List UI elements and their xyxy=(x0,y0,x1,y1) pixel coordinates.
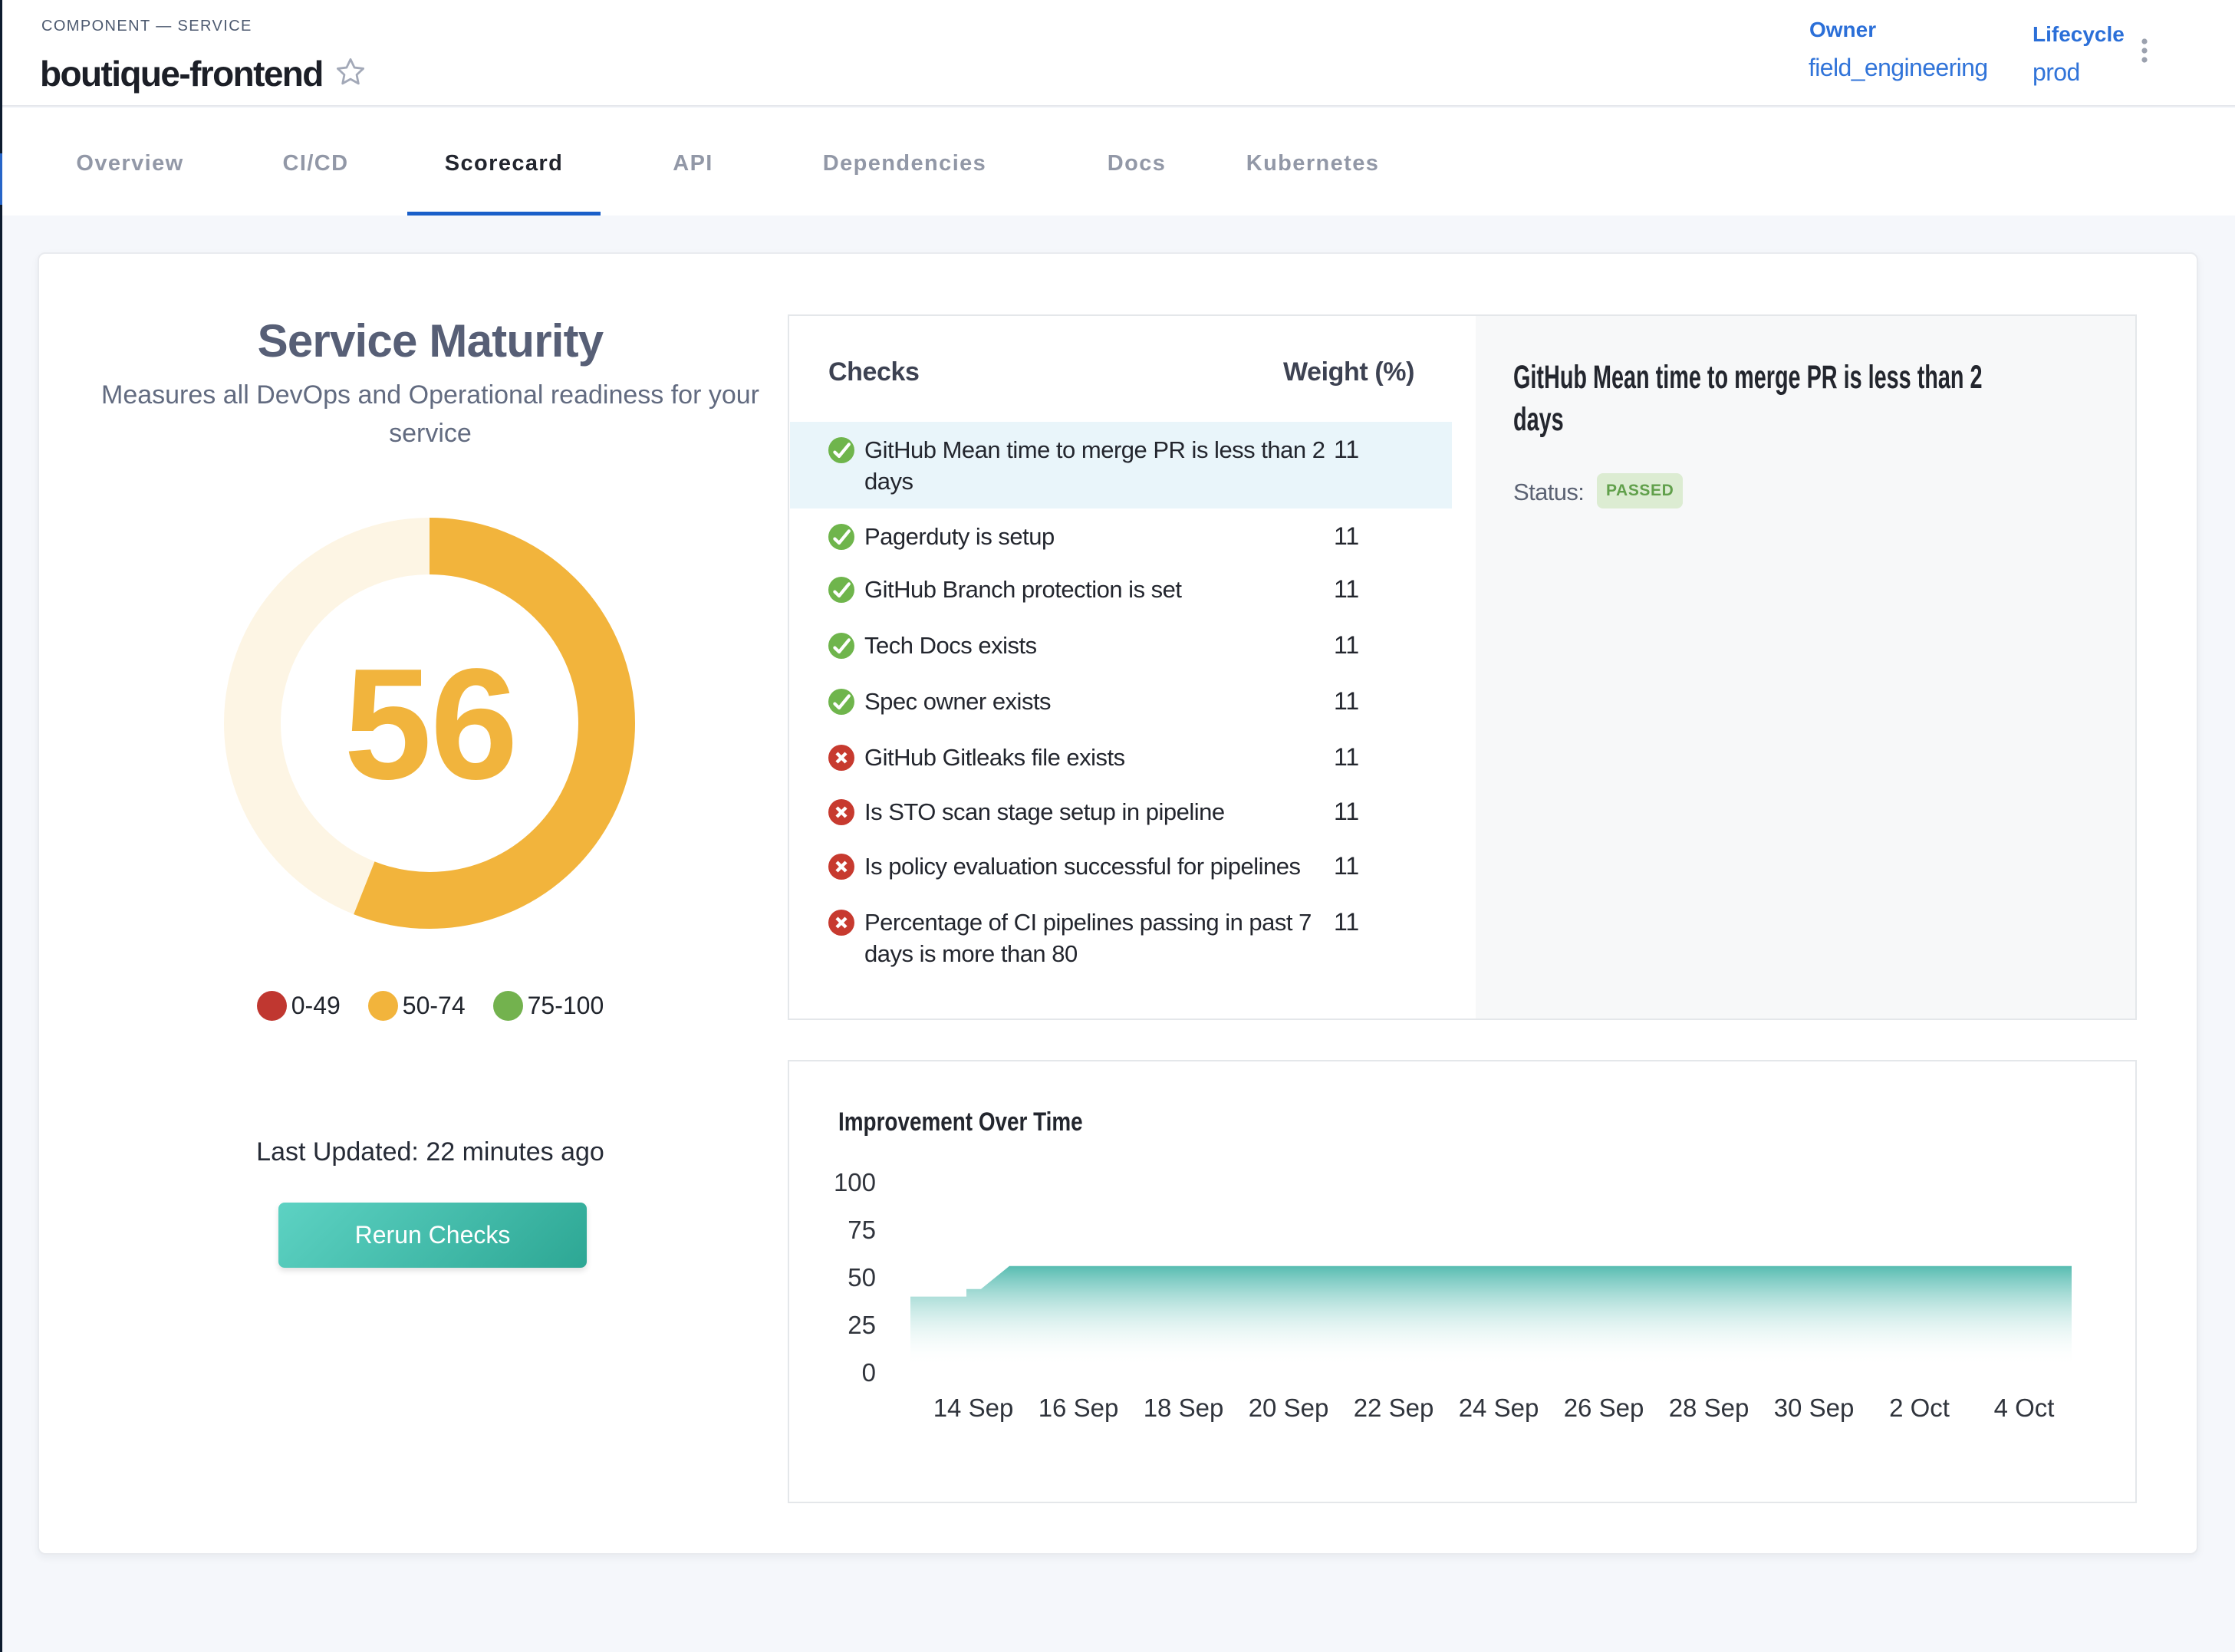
svg-text:24 Sep: 24 Sep xyxy=(1459,1394,1539,1422)
svg-text:22 Sep: 22 Sep xyxy=(1354,1394,1434,1422)
svg-text:14 Sep: 14 Sep xyxy=(933,1394,1014,1422)
svg-text:28 Sep: 28 Sep xyxy=(1669,1394,1749,1422)
svg-text:2 Oct: 2 Oct xyxy=(1889,1394,1950,1422)
svg-text:4 Oct: 4 Oct xyxy=(1994,1394,2055,1422)
svg-text:16 Sep: 16 Sep xyxy=(1039,1394,1119,1422)
svg-text:26 Sep: 26 Sep xyxy=(1564,1394,1644,1422)
svg-text:18 Sep: 18 Sep xyxy=(1144,1394,1224,1422)
svg-text:25: 25 xyxy=(848,1311,876,1339)
svg-text:75: 75 xyxy=(848,1216,876,1244)
svg-text:50: 50 xyxy=(848,1263,876,1292)
svg-text:20 Sep: 20 Sep xyxy=(1249,1394,1329,1422)
svg-text:30 Sep: 30 Sep xyxy=(1774,1394,1855,1422)
svg-text:100: 100 xyxy=(834,1168,876,1196)
svg-text:0: 0 xyxy=(862,1358,876,1387)
